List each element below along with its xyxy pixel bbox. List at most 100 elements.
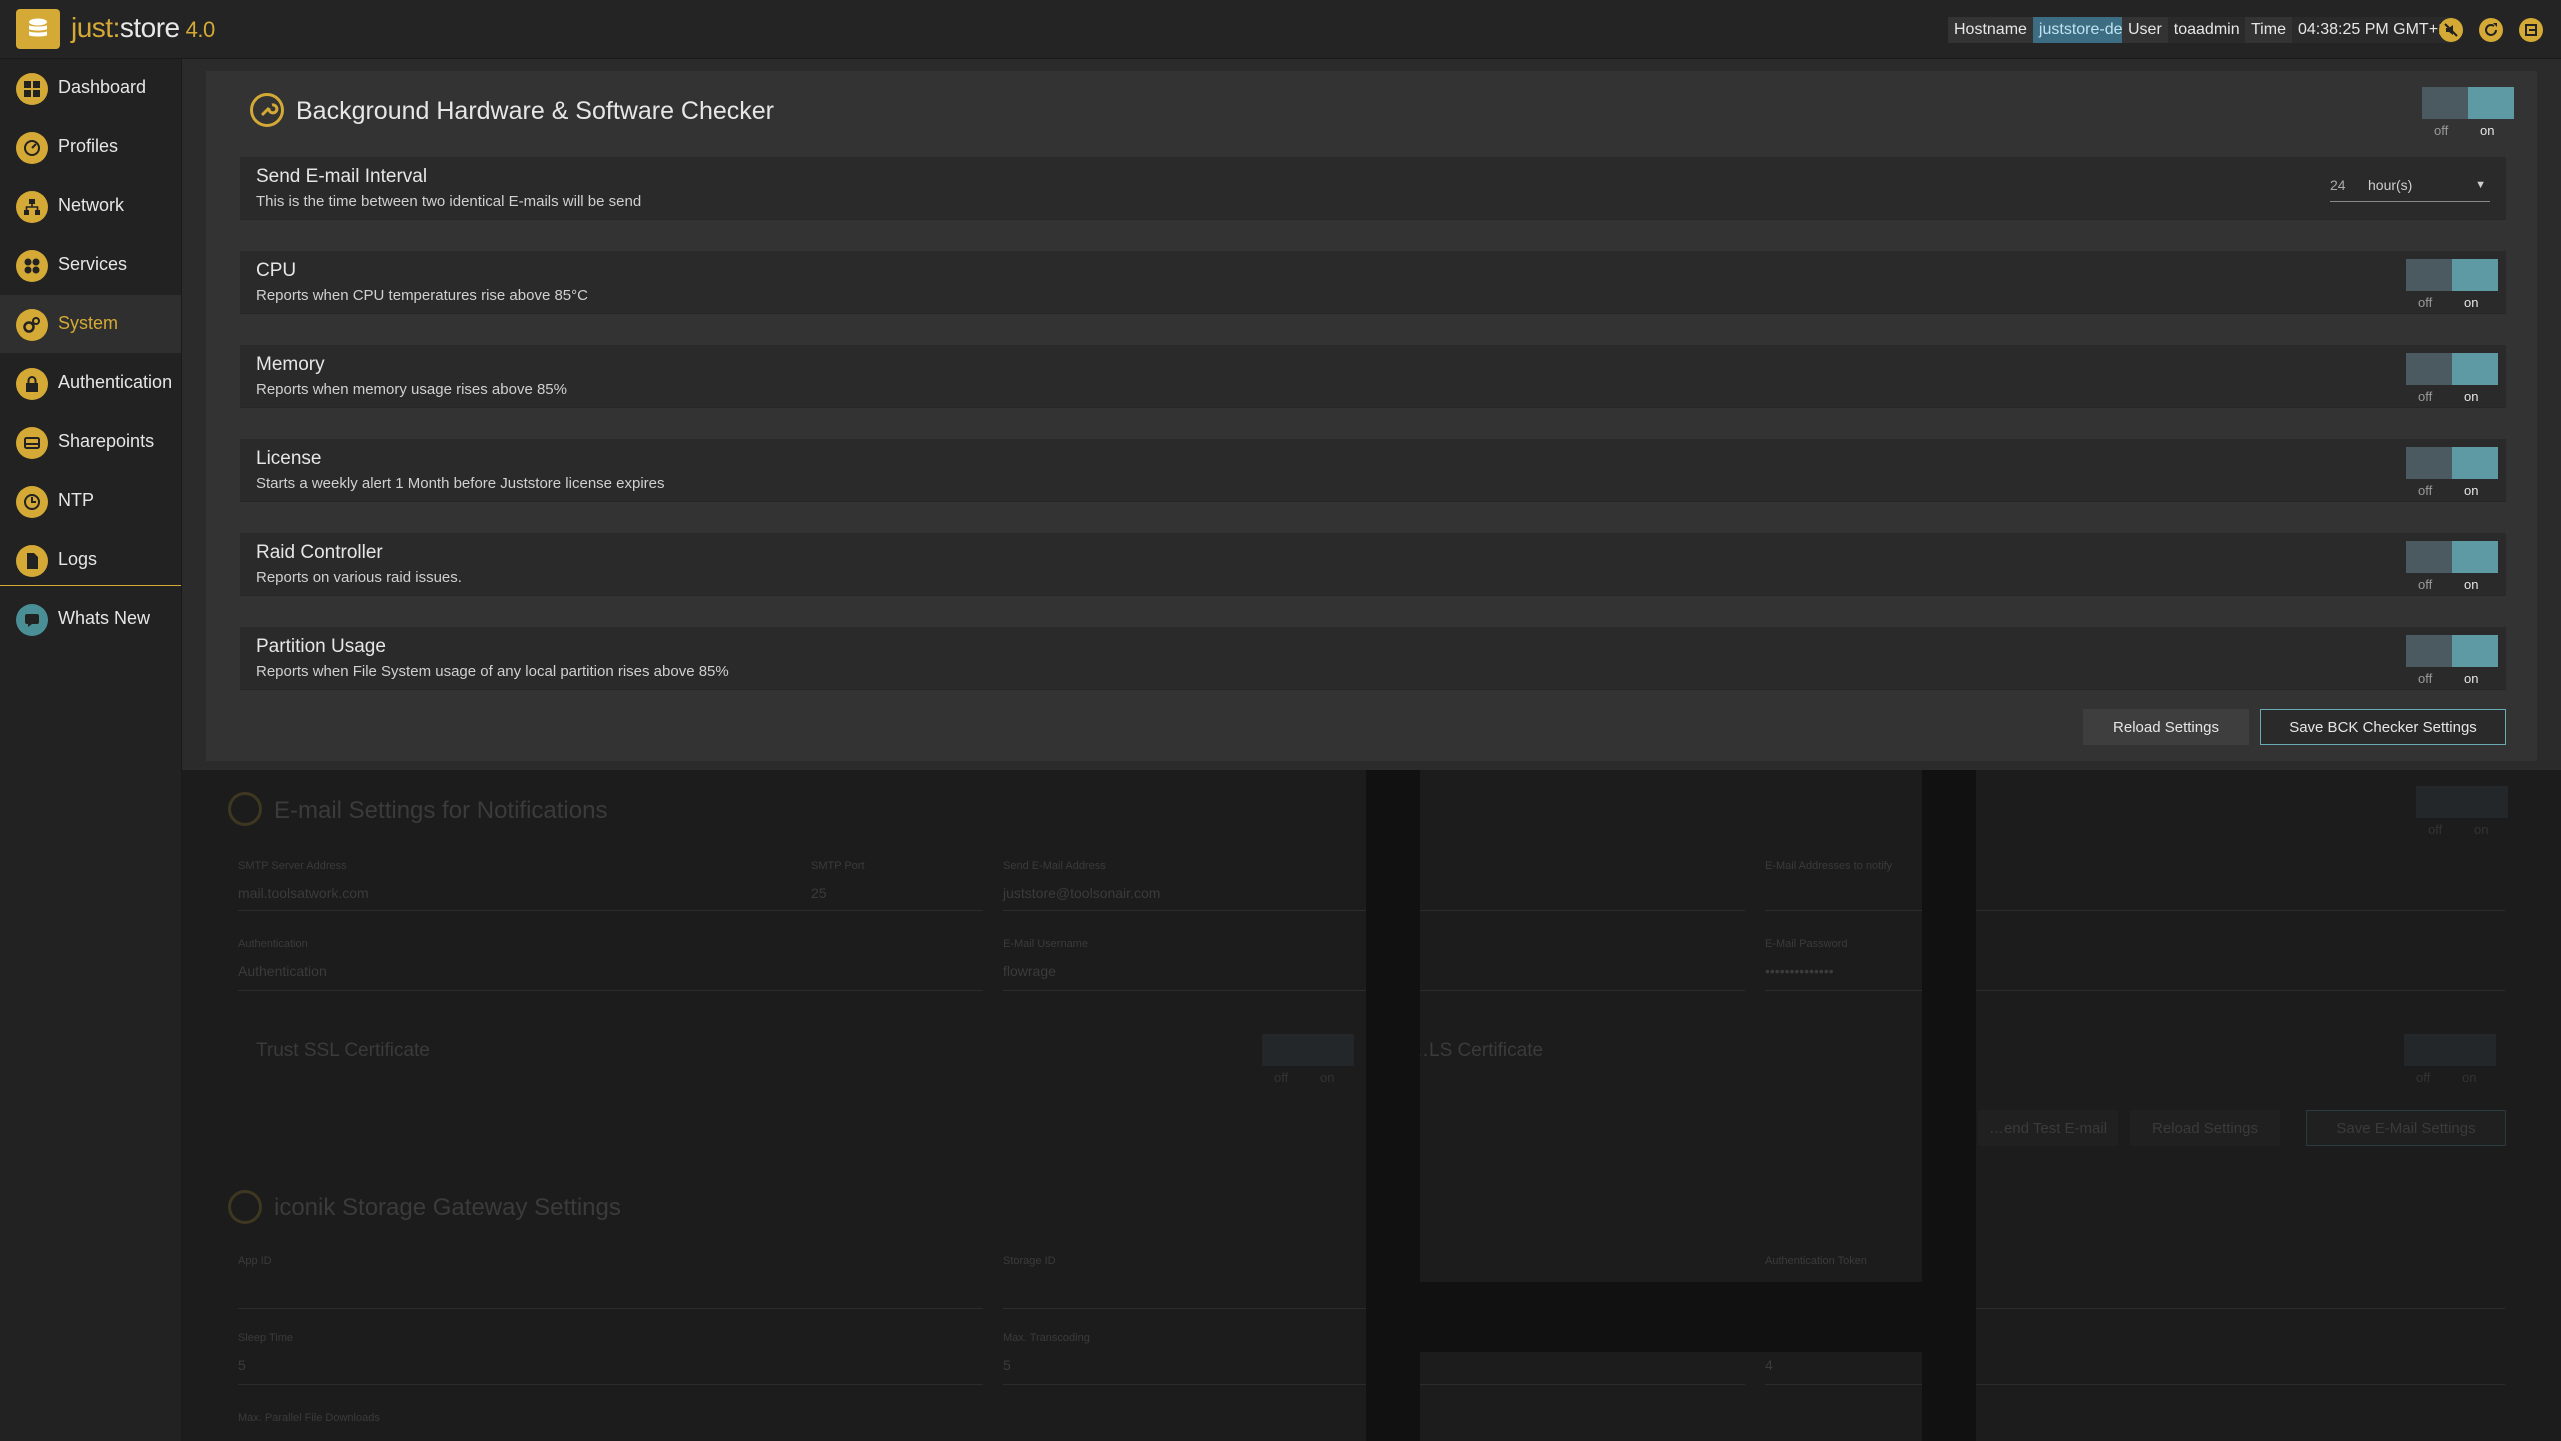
sidebar-item-label: Services — [58, 254, 128, 274]
sidebar-item-dashboard[interactable]: Dashboard — [0, 59, 181, 117]
password-field[interactable]: •••••••••••••• — [1765, 963, 1834, 979]
top-bar: just:store 4.0 Hostname juststore-dev Use… — [0, 0, 2561, 59]
app-id-field[interactable] — [238, 1308, 983, 1309]
sidebar-item-label: NTP — [58, 490, 94, 510]
smtp-field[interactable]: mail.toolsatwork.com — [238, 885, 369, 901]
sidebar-item-logs[interactable]: Logs — [0, 531, 181, 589]
sidebar-item-label: Sharepoints — [58, 431, 155, 451]
sidebar-item-network[interactable]: Network — [0, 177, 181, 235]
checker-card: Background Hardware & Software Checker o… — [206, 71, 2537, 761]
time-label: Time — [2245, 17, 2292, 43]
license-toggle[interactable]: off on — [2406, 447, 2498, 498]
row-title: Memory — [256, 354, 325, 375]
row-title: License — [256, 448, 322, 469]
memory-toggle[interactable]: off on — [2406, 353, 2498, 404]
toggle-off-label: off — [2418, 483, 2433, 498]
app-version: 4.0 — [185, 17, 216, 42]
user-label: User — [2122, 17, 2168, 43]
sidebar-item-system[interactable]: System — [0, 295, 181, 353]
juststore-logo[interactable] — [16, 9, 60, 49]
storage-id-label: Storage ID — [1003, 1255, 1056, 1267]
save-checker-button[interactable]: Save BCK Checker Settings — [2260, 709, 2506, 745]
row-desc: Reports on various raid issues. — [256, 569, 462, 586]
reload-settings-button[interactable]: Reload Settings — [2083, 709, 2249, 745]
tls-toggle[interactable]: off on — [2404, 1034, 2496, 1085]
sleep-time-field[interactable]: 5 — [238, 1357, 246, 1373]
partition-toggle[interactable]: off on — [2406, 635, 2498, 686]
sidebar-item-sharepoints[interactable]: Sharepoints — [0, 413, 181, 471]
save-email-button[interactable]: Save E-Mail Settings — [2306, 1110, 2506, 1146]
interval-value[interactable]: 24 — [2330, 177, 2346, 193]
email-reload-button[interactable]: Reload Settings — [2130, 1110, 2280, 1146]
notify-underline — [1765, 910, 2505, 911]
row-desc: Reports when File System usage of any lo… — [256, 663, 729, 680]
third-field[interactable]: 4 — [1765, 1357, 1773, 1373]
database-icon — [29, 18, 47, 37]
sidebar-item-whats-new[interactable]: Whats New — [0, 590, 181, 648]
parallel-downloads-label: Max. Parallel File Downloads — [238, 1412, 380, 1424]
sleep-underline — [238, 1384, 983, 1385]
transcoding-field[interactable]: 5 — [1003, 1357, 1011, 1373]
smtp-label: SMTP Server Address — [238, 860, 347, 872]
memory-row: Memory Reports when memory usage rises a… — [240, 345, 2506, 407]
hostname-value: juststore-dev — [2032, 17, 2137, 43]
sidebar-item-authentication[interactable]: Authentication — [0, 354, 181, 412]
username-label: E-Mail Username — [1003, 938, 1088, 950]
row-desc: Starts a weekly alert 1 Month before Jus… — [256, 475, 665, 492]
iconik-title: iconik Storage Gateway Settings — [274, 1194, 621, 1221]
port-label: SMTP Port — [811, 860, 865, 872]
sidebar-item-label: Whats New — [58, 608, 151, 628]
sidebar-item-profiles[interactable]: Profiles — [0, 118, 181, 176]
drive-icon — [16, 427, 48, 459]
third-underline — [1765, 1384, 2505, 1385]
sidebar-item-label: Profiles — [58, 136, 119, 156]
cpu-toggle[interactable]: off on — [2406, 259, 2498, 310]
interval-row: Send E-mail Interval This is the time be… — [240, 157, 2506, 219]
wrench-icon — [250, 93, 284, 127]
auth-underline — [238, 990, 983, 991]
dashboard-icon — [16, 73, 48, 105]
services-icon — [16, 250, 48, 282]
sidebar-item-label: Network — [58, 195, 125, 215]
password-label: E-Mail Password — [1765, 938, 1848, 950]
interval-select[interactable]: 24 hour(s) ▼ — [2330, 167, 2490, 202]
app-id-label: App ID — [238, 1255, 272, 1267]
port-underline — [811, 910, 983, 911]
row-title: Raid Controller — [256, 542, 383, 563]
license-row: License Starts a weekly alert 1 Month be… — [240, 439, 2506, 501]
toggle-off-label: off — [2434, 123, 2449, 138]
raid-toggle[interactable]: off on — [2406, 541, 2498, 592]
sidebar-item-label: Logs — [58, 549, 98, 569]
trust-ssl-label: Trust SSL Certificate — [256, 1040, 430, 1061]
interval-unit[interactable]: hour(s) — [2368, 177, 2412, 193]
interval-title: Send E-mail Interval — [256, 166, 428, 187]
time-info: Time 04:38:25 PM GMT+1 — [2245, 17, 2453, 43]
sidebar-item-label: System — [58, 313, 119, 333]
email-toggle[interactable]: off on — [2416, 786, 2508, 837]
trust-ssl-toggle[interactable]: off on — [1262, 1034, 1354, 1085]
time-value: 04:38:25 PM GMT+1 — [2291, 17, 2453, 43]
sidebar-item-services[interactable]: Services — [0, 236, 181, 294]
gears-icon — [16, 309, 48, 341]
sidebar-item-ntp[interactable]: NTP — [0, 472, 181, 530]
email-settings-title: E-mail Settings for Notifications — [274, 797, 608, 824]
checker-master-toggle[interactable]: off on — [2422, 87, 2514, 138]
sidebar-divider — [0, 585, 181, 586]
email-icon — [228, 792, 262, 826]
port-field[interactable]: 25 — [811, 885, 827, 901]
toggle-on-label: on — [2464, 295, 2479, 310]
user-value: toaadmin — [2167, 17, 2246, 43]
partition-row: Partition Usage Reports when File System… — [240, 627, 2506, 689]
send-test-email-button[interactable]: …end Test E-mail — [1978, 1110, 2118, 1146]
logout-icon[interactable] — [2519, 18, 2543, 42]
auth-select[interactable]: Authentication — [238, 963, 327, 979]
mute-icon[interactable] — [2439, 18, 2463, 42]
sidebar-item-label: Dashboard — [58, 77, 147, 97]
refresh-icon[interactable] — [2479, 18, 2503, 42]
raid-row: Raid Controller Reports on various raid … — [240, 533, 2506, 595]
sidebar-item-label: Authentication — [58, 372, 173, 392]
send-address-field[interactable]: juststore@toolsonair.com — [1003, 885, 1160, 901]
row-title: CPU — [256, 260, 297, 281]
username-field[interactable]: flowrage — [1003, 963, 1056, 979]
brand-store: store — [119, 12, 180, 43]
